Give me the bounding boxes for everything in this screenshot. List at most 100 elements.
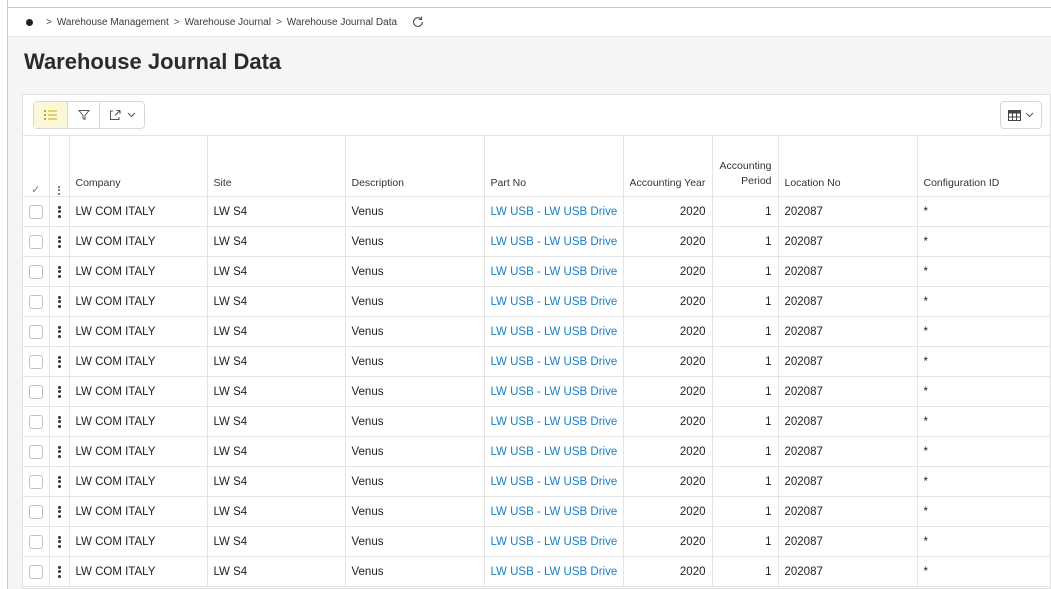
cell-accounting-year-text: 2020 — [679, 505, 706, 518]
cell-part-no-text[interactable]: LW USB - LW USB Drive — [491, 326, 618, 338]
cell-part-no-text[interactable]: LW USB - LW USB Drive — [491, 416, 618, 428]
row-checkbox[interactable] — [28, 294, 43, 309]
cell-part-no[interactable]: LW USB - LW USB Drive — [484, 286, 624, 317]
more-vertical-icon[interactable] — [57, 444, 61, 459]
table-row[interactable]: LW COM ITALY LW S4 Venus LW USB - LW USB Dr… — [23, 196, 1051, 227]
cell-part-no[interactable]: LW USB - LW USB Drive — [484, 316, 624, 347]
table-row[interactable]: LW COM ITALY LW S4 Venus LW USB - LW USB Dr… — [23, 436, 1051, 467]
more-vertical-icon[interactable] — [57, 414, 61, 429]
cell-part-no-text[interactable]: LW USB - LW USB Drive — [491, 476, 618, 488]
more-vertical-icon[interactable] — [57, 504, 61, 519]
more-vertical-icon[interactable] — [57, 474, 61, 489]
cell-description: Venus — [345, 256, 485, 287]
row-checkbox[interactable] — [28, 234, 43, 249]
row-checkbox[interactable] — [28, 384, 43, 399]
cell-part-no-text[interactable]: LW USB - LW USB Drive — [491, 296, 618, 308]
more-vertical-icon[interactable] — [57, 354, 61, 369]
row-checkbox[interactable] — [28, 264, 43, 279]
cell-description-text: Venus — [351, 415, 384, 428]
row-checkbox[interactable] — [28, 504, 43, 519]
cell-part-no-text[interactable]: LW USB - LW USB Drive — [491, 356, 618, 368]
select-all-checkbox[interactable]: ✓ — [23, 135, 50, 197]
table-row[interactable]: LW COM ITALY LW S4 Venus LW USB - LW USB Dr… — [23, 496, 1051, 527]
cell-part-no[interactable]: LW USB - LW USB Drive — [484, 406, 624, 437]
table-settings-button[interactable] — [1000, 101, 1042, 129]
table-row[interactable]: LW COM ITALY LW S4 Venus LW USB - LW USB Dr… — [23, 316, 1051, 347]
column-header-accounting-period[interactable]: Accounting Period — [712, 135, 779, 197]
cell-part-no-text[interactable]: LW USB - LW USB Drive — [491, 266, 618, 278]
table-row[interactable]: LW COM ITALY LW S4 Venus LW USB - LW USB Dr… — [23, 526, 1051, 557]
header-kebab-menu[interactable] — [49, 135, 70, 197]
more-vertical-icon[interactable] — [57, 384, 61, 399]
more-vertical-icon[interactable] — [57, 294, 61, 309]
breadcrumb-item-warehouse-journal[interactable]: Warehouse Journal — [185, 17, 271, 28]
table-row[interactable]: LW COM ITALY LW S4 Venus LW USB - LW USB Dr… — [23, 466, 1051, 497]
cell-accounting-period-text: 1 — [765, 295, 772, 308]
cell-part-no[interactable]: LW USB - LW USB Drive — [484, 346, 624, 377]
cell-part-no[interactable]: LW USB - LW USB Drive — [484, 496, 624, 527]
more-vertical-icon[interactable] — [57, 324, 61, 339]
cell-site-text: LW S4 — [213, 295, 248, 308]
cell-part-no[interactable]: LW USB - LW USB Drive — [484, 196, 624, 227]
cell-site: LW S4 — [207, 436, 346, 467]
column-header-configuration-id[interactable]: Configuration ID — [917, 135, 1051, 197]
cell-accounting-period: 1 — [712, 406, 779, 437]
row-checkbox[interactable] — [28, 354, 43, 369]
cell-part-no[interactable]: LW USB - LW USB Drive — [484, 256, 624, 287]
cell-part-no[interactable]: LW USB - LW USB Drive — [484, 376, 624, 407]
row-checkbox[interactable] — [28, 564, 43, 579]
cell-company-text: LW COM ITALY — [75, 565, 156, 578]
row-checkbox[interactable] — [28, 324, 43, 339]
column-header-location-no[interactable]: Location No — [778, 135, 918, 197]
row-checkbox[interactable] — [28, 414, 43, 429]
row-checkbox[interactable] — [28, 534, 43, 549]
chevron-down-icon — [1025, 112, 1034, 118]
column-header-description[interactable]: Description — [345, 135, 485, 197]
cell-company: LW COM ITALY — [69, 496, 208, 527]
cell-part-no-text[interactable]: LW USB - LW USB Drive — [491, 536, 618, 548]
cell-part-no-text[interactable]: LW USB - LW USB Drive — [491, 446, 618, 458]
home-icon[interactable] — [26, 18, 33, 26]
cell-part-no[interactable]: LW USB - LW USB Drive — [484, 526, 624, 557]
more-vertical-icon[interactable] — [57, 534, 61, 549]
row-menu-cell — [49, 346, 70, 377]
filter-button[interactable] — [68, 102, 100, 128]
cell-accounting-year-text: 2020 — [679, 235, 706, 248]
column-header-part-no[interactable]: Part No — [484, 135, 624, 197]
more-vertical-icon[interactable] — [57, 234, 61, 249]
cell-part-no[interactable]: LW USB - LW USB Drive — [484, 466, 624, 497]
column-header-company[interactable]: Company — [69, 135, 208, 197]
table-row[interactable]: LW COM ITALY LW S4 Venus LW USB - LW USB Dr… — [23, 256, 1051, 287]
table-row[interactable]: LW COM ITALY LW S4 Venus LW USB - LW USB Dr… — [23, 346, 1051, 377]
export-button[interactable] — [100, 102, 144, 128]
column-header-accounting-year[interactable]: Accounting Year — [623, 135, 713, 197]
more-vertical-icon[interactable] — [57, 264, 61, 279]
cell-part-no[interactable]: LW USB - LW USB Drive — [484, 556, 624, 587]
breadcrumb-item-warehouse-management[interactable]: Warehouse Management — [57, 17, 169, 28]
table-row[interactable]: LW COM ITALY LW S4 Venus LW USB - LW USB Dr… — [23, 226, 1051, 257]
row-checkbox[interactable] — [28, 474, 43, 489]
list-view-button[interactable] — [34, 102, 68, 128]
more-vertical-icon[interactable] — [57, 204, 61, 219]
cell-site: LW S4 — [207, 496, 346, 527]
cell-part-no-text[interactable]: LW USB - LW USB Drive — [491, 206, 618, 218]
row-checkbox[interactable] — [28, 444, 43, 459]
cell-part-no-text[interactable]: LW USB - LW USB Drive — [491, 236, 618, 248]
cell-part-no[interactable]: LW USB - LW USB Drive — [484, 436, 624, 467]
page-header: Warehouse Journal Data — [8, 36, 1051, 91]
column-header-site[interactable]: Site — [207, 135, 346, 197]
cell-part-no-text[interactable]: LW USB - LW USB Drive — [491, 566, 618, 578]
more-vertical-icon[interactable] — [57, 564, 61, 579]
table-row[interactable]: LW COM ITALY LW S4 Venus LW USB - LW USB Dr… — [23, 286, 1051, 317]
table-row[interactable]: LW COM ITALY LW S4 Venus LW USB - LW USB Dr… — [23, 406, 1051, 437]
table-row[interactable]: LW COM ITALY LW S4 Venus LW USB - LW USB Dr… — [23, 556, 1051, 587]
cell-configuration-id-text: * — [923, 385, 928, 398]
row-checkbox[interactable] — [28, 204, 43, 219]
refresh-icon[interactable] — [411, 15, 425, 29]
cell-accounting-year: 2020 — [623, 466, 713, 497]
table-row[interactable]: LW COM ITALY LW S4 Venus LW USB - LW USB Dr… — [23, 376, 1051, 407]
cell-part-no-text[interactable]: LW USB - LW USB Drive — [491, 386, 618, 398]
cell-company: LW COM ITALY — [69, 556, 208, 587]
cell-part-no[interactable]: LW USB - LW USB Drive — [484, 226, 624, 257]
cell-part-no-text[interactable]: LW USB - LW USB Drive — [491, 506, 618, 518]
